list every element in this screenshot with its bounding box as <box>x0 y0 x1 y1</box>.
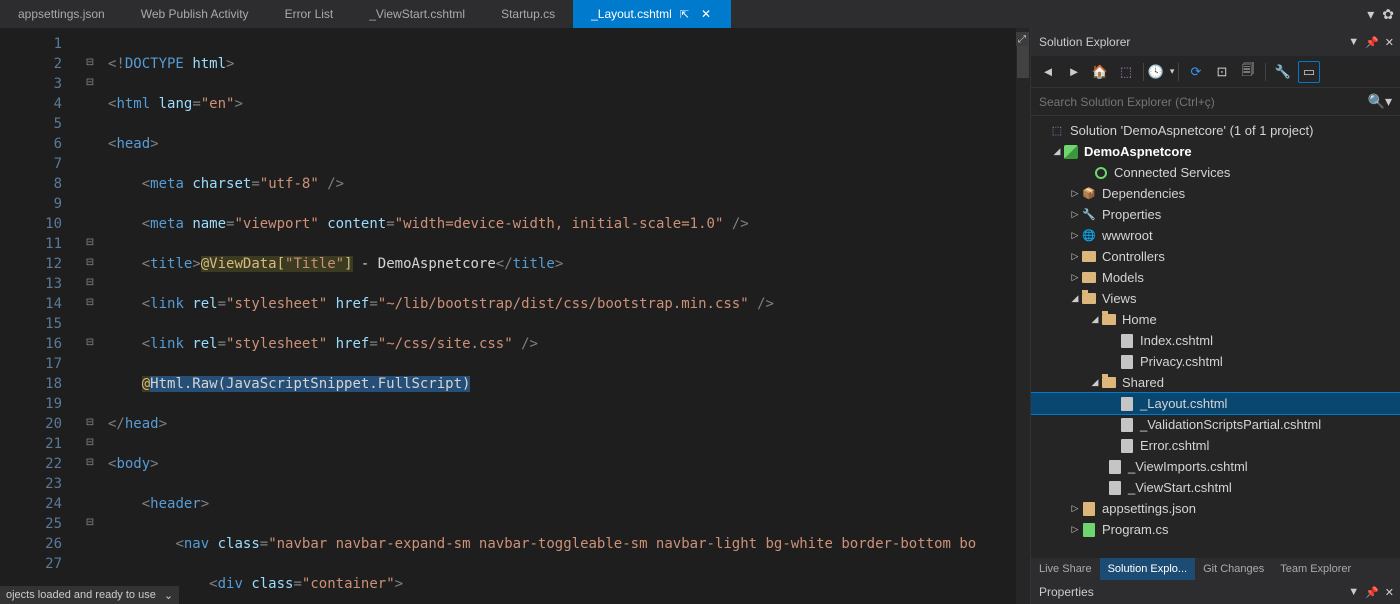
tab-live-share[interactable]: Live Share <box>1031 558 1100 580</box>
tab-web-publish[interactable]: Web Publish Activity <box>123 0 267 28</box>
search-input[interactable] <box>1039 95 1368 109</box>
tree-shared[interactable]: ◢Shared <box>1031 372 1400 393</box>
solution-explorer-search[interactable]: 🔍▾ <box>1031 88 1400 116</box>
back-icon[interactable]: ◄ <box>1037 61 1059 83</box>
tree-error-cshtml[interactable]: Error.cshtml <box>1031 435 1400 456</box>
preview-icon[interactable]: ▭ <box>1298 61 1320 83</box>
tree-viewimports-cshtml[interactable]: _ViewImports.cshtml <box>1031 456 1400 477</box>
editor-scrollbar[interactable] <box>1016 28 1030 604</box>
search-icon[interactable]: 🔍▾ <box>1368 93 1392 110</box>
panel-pin-icon[interactable]: 📌 <box>1365 36 1379 49</box>
solution-explorer-title: Solution Explorer ▼ 📌 ✕ <box>1031 28 1400 56</box>
tab-layout-active[interactable]: _Layout.cshtml ⇱ ✕ <box>573 0 731 28</box>
tree-models[interactable]: ▷Models <box>1031 267 1400 288</box>
tree-validation-cshtml[interactable]: _ValidationScriptsPartial.cshtml <box>1031 414 1400 435</box>
tree-dependencies[interactable]: ▷📦Dependencies <box>1031 183 1400 204</box>
tab-overflow-icon[interactable]: ▾ <box>1365 4 1376 25</box>
collapse-all-icon[interactable]: ⊡ <box>1211 61 1233 83</box>
tab-startup[interactable]: Startup.cs <box>483 0 573 28</box>
props-close-icon[interactable]: ✕ <box>1385 586 1394 599</box>
solution-explorer-panel: Solution Explorer ▼ 📌 ✕ ◄ ► 🏠 ⬚ 🕓▾ ⟳ ⊡ 🗐… <box>1030 28 1400 604</box>
status-chevron-icon[interactable]: ⌄ <box>164 589 173 602</box>
editor-tab-bar: appsettings.json Web Publish Activity Er… <box>0 0 1400 28</box>
status-bar: ojects loaded and ready to use ⌄ <box>0 586 179 604</box>
tab-viewstart[interactable]: _ViewStart.cshtml <box>351 0 483 28</box>
tree-connected-services[interactable]: Connected Services <box>1031 162 1400 183</box>
tree-solution[interactable]: ⬚Solution 'DemoAspnetcore' (1 of 1 proje… <box>1031 120 1400 141</box>
panel-tabs: Live Share Solution Explo... Git Changes… <box>1031 558 1400 580</box>
tab-error-list[interactable]: Error List <box>267 0 352 28</box>
solution-explorer-toolbar: ◄ ► 🏠 ⬚ 🕓▾ ⟳ ⊡ 🗐 🔧 ▭ <box>1031 56 1400 88</box>
forward-icon[interactable]: ► <box>1063 61 1085 83</box>
panel-close-icon[interactable]: ✕ <box>1385 36 1394 49</box>
tab-label: _Layout.cshtml <box>591 7 672 21</box>
code-content[interactable]: <!DOCTYPE html> <html lang="en"> <head> … <box>100 28 1030 604</box>
tree-layout-cshtml[interactable]: _Layout.cshtml <box>1031 393 1400 414</box>
tree-views[interactable]: ◢Views <box>1031 288 1400 309</box>
switch-views-icon[interactable]: ⬚ <box>1115 61 1137 83</box>
expand-collapse-icon[interactable]: ⤢ <box>1016 32 1028 46</box>
sync-icon[interactable]: ⟳ <box>1185 61 1207 83</box>
props-pin-icon[interactable]: 📌 <box>1365 586 1379 599</box>
tree-appsettings[interactable]: ▷appsettings.json <box>1031 498 1400 519</box>
tab-appsettings[interactable]: appsettings.json <box>0 0 123 28</box>
tree-program-cs[interactable]: ▷Program.cs <box>1031 519 1400 540</box>
close-icon[interactable]: ✕ <box>699 7 713 21</box>
line-number-gutter: 1234567891011121314151617181920212223242… <box>0 28 80 604</box>
tree-wwwroot[interactable]: ▷🌐wwwroot <box>1031 225 1400 246</box>
tree-home[interactable]: ◢Home <box>1031 309 1400 330</box>
tree-viewstart-cshtml[interactable]: _ViewStart.cshtml <box>1031 477 1400 498</box>
pin-icon[interactable]: ⇱ <box>680 8 689 21</box>
tab-git-changes[interactable]: Git Changes <box>1195 558 1272 580</box>
show-all-icon[interactable]: 🗐 <box>1237 61 1259 83</box>
tab-settings-icon[interactable]: ✿ <box>1380 4 1396 25</box>
tab-team-explorer[interactable]: Team Explorer <box>1272 558 1359 580</box>
home-icon[interactable]: 🏠 <box>1089 61 1111 83</box>
props-dropdown-icon[interactable]: ▼ <box>1348 586 1359 599</box>
panel-dropdown-icon[interactable]: ▼ <box>1348 36 1359 49</box>
tree-privacy-cshtml[interactable]: Privacy.cshtml <box>1031 351 1400 372</box>
properties-icon[interactable]: 🔧 <box>1272 61 1294 83</box>
properties-panel-title: Properties ▼ 📌 ✕ <box>1031 580 1400 604</box>
fold-column: ⊟⊟⊟⊟⊟⊟⊟⊟⊟⊟⊟ <box>80 28 100 604</box>
tree-controllers[interactable]: ▷Controllers <box>1031 246 1400 267</box>
tab-solution-explorer[interactable]: Solution Explo... <box>1100 558 1196 580</box>
tree-properties[interactable]: ▷🔧Properties <box>1031 204 1400 225</box>
tree-project[interactable]: ◢DemoAspnetcore <box>1031 141 1400 162</box>
solution-tree: ⬚Solution 'DemoAspnetcore' (1 of 1 proje… <box>1031 116 1400 558</box>
filter-icon[interactable]: 🕓▾ <box>1150 61 1172 83</box>
code-editor[interactable]: 1234567891011121314151617181920212223242… <box>0 28 1030 604</box>
tree-index-cshtml[interactable]: Index.cshtml <box>1031 330 1400 351</box>
